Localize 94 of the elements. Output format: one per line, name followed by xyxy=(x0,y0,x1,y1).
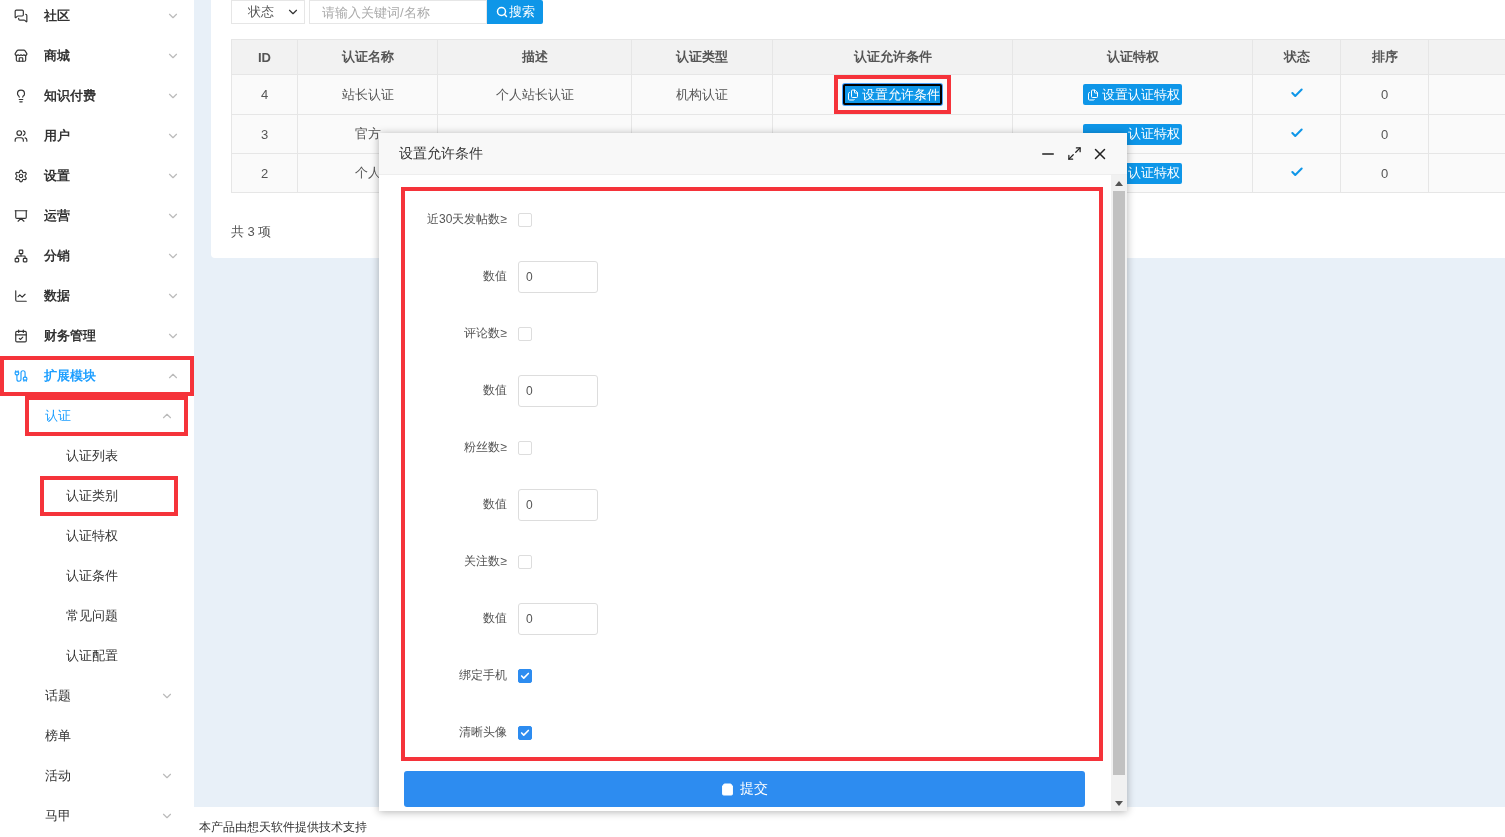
document-icon xyxy=(1087,88,1099,101)
field-label: 清晰头像 xyxy=(458,724,508,741)
number-field[interactable]: 0 xyxy=(518,374,598,407)
sidebar-item[interactable]: 认证配置 xyxy=(40,636,178,676)
search-icon xyxy=(495,6,508,18)
sidebar-item[interactable]: 马甲 xyxy=(25,796,188,836)
field-label: 数值 xyxy=(482,382,508,399)
field-label: 数值 xyxy=(482,496,508,513)
menu-label: 常见问题 xyxy=(66,607,119,625)
column-header: 认证特权 xyxy=(1012,39,1253,75)
sidebar-item[interactable]: 分销 xyxy=(0,236,194,276)
column-header: ID xyxy=(231,39,298,75)
menu-label: 数据 xyxy=(44,287,71,305)
field-label: 数值 xyxy=(482,610,508,627)
sidebar-item[interactable]: 常见问题 xyxy=(40,596,178,636)
menu-icon xyxy=(14,9,28,23)
menu-label: 活动 xyxy=(45,767,72,785)
column-header: 排序 xyxy=(1340,39,1429,75)
menu-label: 认证 xyxy=(45,407,72,425)
menu-label: 马甲 xyxy=(45,807,72,825)
menu-label: 认证条件 xyxy=(66,567,119,585)
footer-text: 本产品由想天软件提供技术支持 xyxy=(194,807,1505,837)
menu-icon xyxy=(14,329,28,343)
sidebar-item[interactable]: 数据 xyxy=(0,276,194,316)
menu-label: 运营 xyxy=(44,207,71,225)
table-cell: 4 xyxy=(231,74,298,115)
table-cell: 0 xyxy=(1340,153,1429,193)
select-value: 状态 xyxy=(248,3,274,21)
menu-icon xyxy=(14,249,28,263)
sidebar-item[interactable]: 商城 xyxy=(0,36,194,76)
table-cell: 2 xyxy=(231,153,298,193)
table-cell: 机构认证 xyxy=(631,74,773,115)
menu-label: 社区 xyxy=(44,7,71,25)
document-icon xyxy=(847,88,859,101)
total-count: 共 3 项 xyxy=(231,223,273,241)
number-field[interactable]: 0 xyxy=(518,602,598,635)
column-header: 状态 xyxy=(1252,39,1341,75)
sidebar-item[interactable]: 运营 xyxy=(0,196,194,236)
menu-label: 扩展模块 xyxy=(44,367,97,385)
menu-label: 财务管理 xyxy=(44,327,97,345)
sidebar-item[interactable]: 榜单 xyxy=(25,716,188,756)
field-label: 绑定手机 xyxy=(458,667,508,684)
sidebar-item[interactable]: 认证类别 xyxy=(40,476,178,516)
menu-icon xyxy=(14,169,28,183)
number-field[interactable]: 0 xyxy=(518,260,598,293)
menu-icon xyxy=(14,89,28,103)
sidebar-item[interactable]: 财务管理 xyxy=(0,316,194,356)
menu-icon xyxy=(14,129,28,143)
column-header: 认证名称 xyxy=(297,39,438,75)
menu-label: 设置 xyxy=(44,167,71,185)
scrollbar[interactable] xyxy=(1111,175,1127,811)
sidebar-item[interactable]: 认证条件 xyxy=(40,556,178,596)
menu-label: 认证特权 xyxy=(66,527,119,545)
sidebar-item[interactable]: 知识付费 xyxy=(0,76,194,116)
sidebar-item[interactable]: 话题 xyxy=(25,676,188,716)
menu-icon xyxy=(14,289,28,303)
column-header: 描述 xyxy=(437,39,632,75)
checkbox[interactable] xyxy=(518,668,532,683)
sidebar-item[interactable]: 设置 xyxy=(0,156,194,196)
menu-label: 商城 xyxy=(44,47,71,65)
menu-label: 分销 xyxy=(44,247,71,265)
menu-label: 认证列表 xyxy=(66,447,119,465)
menu-label: 榜单 xyxy=(45,727,72,745)
scroll-up-icon[interactable] xyxy=(1115,180,1123,186)
field-label: 数值 xyxy=(482,268,508,285)
menu-label: 认证配置 xyxy=(66,647,119,665)
checkbox[interactable] xyxy=(518,725,532,740)
menu-icon xyxy=(14,369,28,383)
table-cell: 个人站长认证 xyxy=(437,74,632,115)
search-field[interactable]: 请输入关键词/名称 xyxy=(309,0,487,24)
menu-icon xyxy=(14,209,28,223)
column-header: 认证类型 xyxy=(631,39,773,75)
sidebar-item[interactable]: 社区 xyxy=(0,0,194,36)
field-label: 关注数≥ xyxy=(463,553,508,570)
menu-label: 话题 xyxy=(45,687,72,705)
field-label: 粉丝数≥ xyxy=(463,439,508,456)
sidebar-item[interactable]: 认证列表 xyxy=(40,436,178,476)
menu-icon xyxy=(14,49,28,63)
sidebar-item[interactable]: 活动 xyxy=(25,756,188,796)
table-cell: 站长认证 xyxy=(297,74,438,115)
sidebar-item[interactable]: 用户 xyxy=(0,116,194,156)
menu-label: 用户 xyxy=(44,127,71,145)
status-select[interactable]: 状态 xyxy=(231,0,305,24)
table-cell: 3 xyxy=(231,114,298,154)
column-header: 认证允许条件 xyxy=(772,39,1013,75)
field-label: 评论数≥ xyxy=(463,325,508,342)
bag-icon xyxy=(721,782,734,796)
table-cell: 0 xyxy=(1340,74,1429,115)
number-field[interactable]: 0 xyxy=(518,488,598,521)
table-cell: 0 xyxy=(1340,114,1429,154)
menu-label: 认证类别 xyxy=(66,487,119,505)
field-label: 近30天发帖数≥ xyxy=(426,211,508,228)
sidebar-item[interactable]: 认证特权 xyxy=(40,516,178,556)
menu-label: 知识付费 xyxy=(44,87,97,105)
